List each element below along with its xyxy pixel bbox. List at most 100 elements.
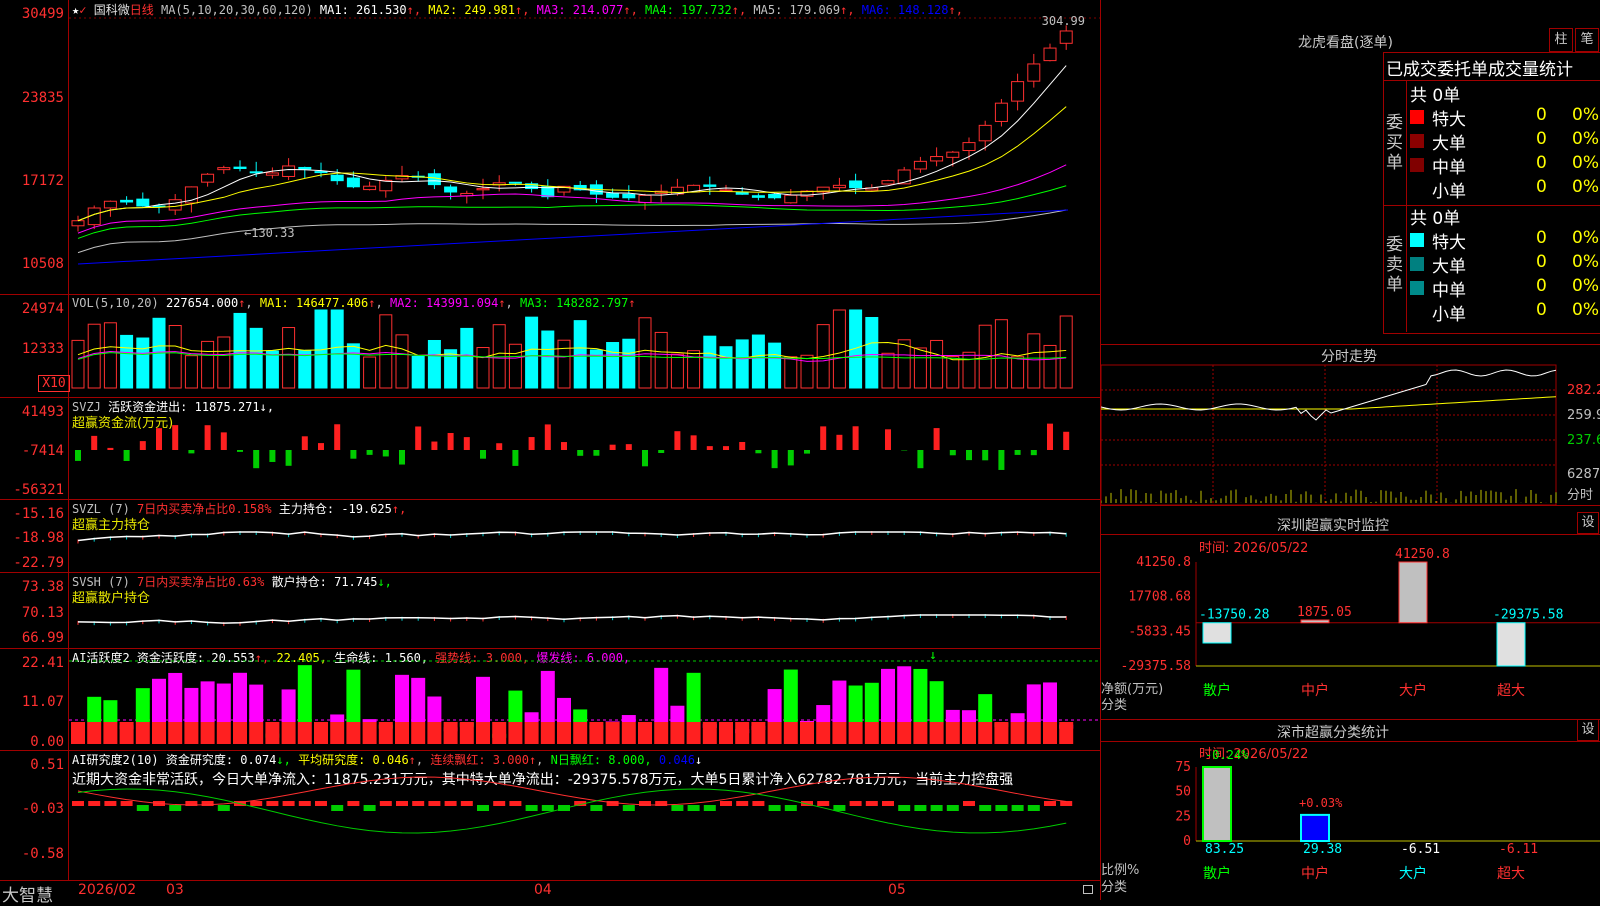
- activity-bar: [395, 675, 409, 722]
- volume-bar: [898, 340, 910, 388]
- activity-bar: [881, 669, 895, 722]
- volume-bar: [833, 310, 845, 388]
- flow-bar: [237, 450, 243, 452]
- row-name: 大单: [1432, 252, 1466, 277]
- flow-bar: [950, 450, 956, 455]
- activity-base: [476, 722, 490, 744]
- activity-bar: [849, 686, 863, 722]
- activity-bar: [557, 698, 571, 722]
- research-bar: [104, 801, 116, 806]
- candle: [639, 195, 651, 202]
- flow-bar: [529, 437, 535, 450]
- research-bar: [137, 805, 149, 811]
- activity-base: [249, 722, 263, 744]
- ai-activity-pane[interactable]: 22.41 11.07 0.00 AI活跃度2 资金活跃度: 20.553↑, …: [0, 649, 1100, 751]
- research-bar: [299, 801, 311, 806]
- volume-chart[interactable]: [0, 295, 1100, 398]
- svzj-pane[interactable]: 41493 -7414 -56321 SVZJ 活跃资金进出: 11875.27…: [0, 398, 1100, 500]
- activity-base: [120, 722, 134, 744]
- monitor-chart[interactable]: 41250.817708.68-5833.45-29375.58-13750.2…: [1101, 504, 1600, 719]
- svzj-chart[interactable]: [0, 398, 1100, 500]
- candle: [623, 194, 635, 197]
- activity-bar: [298, 665, 312, 722]
- row-name: 中单: [1432, 153, 1466, 178]
- research-bar: [1012, 805, 1024, 811]
- date-axis-bar[interactable]: 大智慧 2026/02 03 04 05: [0, 880, 1100, 901]
- research-bar: [785, 805, 797, 811]
- volume-bar: [104, 323, 116, 388]
- classify-chart[interactable]: 755025083.25散户29.38中户-6.51大户-6.11超大-0.24…: [1101, 719, 1600, 900]
- flow-bar: [998, 450, 1004, 470]
- bar-mode-button[interactable]: 柱: [1549, 28, 1573, 52]
- ai-research-pane[interactable]: 0.51 -0.03 -0.58 AI研究度2(10) 资金研究度: 0.074…: [0, 751, 1100, 880]
- intraday-tick-2: 259.9: [1567, 408, 1600, 423]
- classify-panel[interactable]: 深市超赢分类统计 设 时间: 2026/05/22 比例% 分类 7550250…: [1101, 719, 1600, 900]
- monitor-category: 散户: [1203, 682, 1231, 699]
- lock-icon[interactable]: [1083, 885, 1093, 894]
- volume-pane[interactable]: 24974 12333 X10 VOL(5,10,20) 227654.000↑…: [0, 295, 1100, 398]
- flow-bar: [334, 424, 340, 450]
- activity-bar: [233, 673, 247, 722]
- row-v: 0: [1536, 300, 1547, 320]
- svzl-pane[interactable]: -15.16 -18.98 -22.79 SVZL (7) 7日内买卖净占比0.…: [0, 500, 1100, 573]
- svsh-chart[interactable]: [0, 573, 1100, 649]
- tick-mode-button[interactable]: 笔: [1575, 28, 1599, 52]
- month-label-04: 04: [534, 882, 552, 898]
- activity-bar: [573, 709, 587, 722]
- activity-bar: [152, 679, 166, 722]
- row-name: 特大: [1432, 105, 1466, 130]
- ma4-line: [78, 186, 1066, 239]
- monitor-bar: [1203, 623, 1231, 643]
- activity-bar: [1027, 684, 1041, 722]
- volume-bar: [250, 328, 262, 388]
- intraday-panel[interactable]: 分时走势 282.2 259.9 237.6 6287 分时: [1101, 344, 1600, 506]
- activity-base: [687, 722, 701, 744]
- flow-bar: [480, 450, 486, 459]
- flow-bar: [156, 428, 162, 450]
- candlestick-chart[interactable]: 304.99←130.33: [0, 0, 1100, 295]
- candlestick-pane[interactable]: 30499 23835 17172 10508 ★✓ 国科微日线 MA(5,10…: [0, 0, 1100, 295]
- ai-research-chart[interactable]: [0, 751, 1100, 880]
- volume-bar: [477, 348, 489, 388]
- legend-swatch: [1410, 257, 1424, 271]
- candle: [428, 174, 440, 185]
- candle: [104, 201, 116, 208]
- activity-base: [881, 722, 895, 744]
- app-logo: 大智慧: [2, 881, 53, 906]
- volume-bar: [866, 317, 878, 388]
- flow-bar: [577, 450, 583, 456]
- volume-bar: [542, 331, 554, 388]
- candle: [995, 103, 1007, 121]
- activity-base: [492, 722, 506, 744]
- volume-bar: [380, 315, 392, 388]
- flow-bar: [172, 425, 178, 450]
- research-bar: [428, 801, 440, 806]
- volume-bar: [720, 347, 732, 388]
- candle: [979, 125, 991, 140]
- activity-base: [768, 722, 782, 744]
- research-bar: [121, 801, 133, 806]
- row-v: 0: [1536, 153, 1547, 173]
- volume-bar: [769, 343, 781, 388]
- legend-swatch: [1410, 305, 1424, 319]
- activity-base: [427, 722, 441, 744]
- volume-bar: [121, 335, 133, 388]
- activity-base: [1011, 722, 1025, 744]
- ai-activity-chart[interactable]: ↓: [0, 649, 1100, 751]
- monitor-panel[interactable]: 深圳超赢实时监控 设 时间: 2026/05/22 净额(万元) 分类 4125…: [1101, 504, 1600, 720]
- activity-base: [1043, 722, 1057, 744]
- svzl-chart[interactable]: [0, 500, 1100, 573]
- price-line: [1101, 370, 1556, 420]
- activity-bar: [168, 673, 182, 722]
- activity-bar: [249, 685, 263, 722]
- candle: [882, 181, 894, 184]
- activity-base: [897, 722, 911, 744]
- flow-bar: [755, 450, 761, 453]
- intraday-chart[interactable]: [1101, 345, 1600, 505]
- flow-bar: [691, 435, 697, 450]
- svsh-pane[interactable]: 73.38 70.13 66.99 SVSH (7) 7日内买卖净占比0.63%…: [0, 573, 1100, 649]
- volume-bar: [428, 340, 440, 388]
- volume-bar: [461, 328, 473, 388]
- research-bar: [477, 805, 489, 811]
- volume-bar: [558, 340, 570, 388]
